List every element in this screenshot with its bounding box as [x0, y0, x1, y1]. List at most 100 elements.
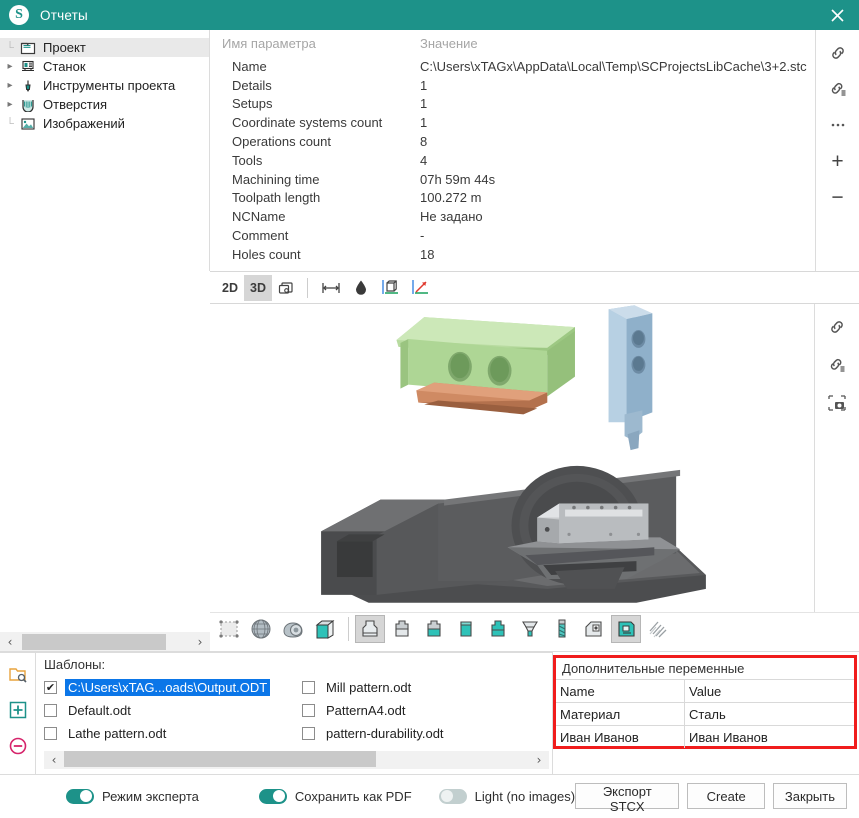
- stock-box-icon[interactable]: [310, 615, 340, 643]
- model-display-toolbar: [210, 612, 859, 644]
- expert-mode-toggle[interactable]: Режим эксперта: [66, 789, 199, 804]
- column-header-value: Value: [685, 680, 854, 702]
- fixture-icon[interactable]: [579, 615, 609, 643]
- list-item[interactable]: Mill pattern.odt: [302, 676, 553, 699]
- tree-item-holes[interactable]: ▸ Отверстия: [0, 95, 209, 114]
- light-no-images-toggle[interactable]: Light (no images): [439, 789, 575, 804]
- scroll-left-arrow-icon[interactable]: ‹: [44, 750, 64, 770]
- toggle-knob: [273, 790, 285, 802]
- wireframe-icon[interactable]: [214, 615, 244, 643]
- screenshot-icon[interactable]: [272, 275, 300, 301]
- scroll-left-arrow-icon[interactable]: ‹: [0, 632, 20, 652]
- endmill-icon[interactable]: [547, 615, 577, 643]
- table-row[interactable]: NCNameНе задано: [232, 207, 815, 226]
- list-item[interactable]: PatternA4.odt: [302, 699, 553, 722]
- scrollbar-thumb[interactable]: [64, 751, 376, 767]
- chevron-right-icon[interactable]: ▸: [2, 61, 18, 72]
- variable-value[interactable]: Иван Иванов: [685, 726, 854, 748]
- list-item[interactable]: Lathe pattern.odt: [44, 722, 302, 745]
- browse-folder-icon[interactable]: [6, 663, 30, 685]
- part-surface-icon[interactable]: [611, 615, 641, 643]
- tree-item-images[interactable]: └ Изображений: [0, 114, 209, 133]
- chevron-right-icon[interactable]: ▸: [2, 80, 18, 91]
- table-row[interactable]: Иван Иванов Иван Иванов: [556, 725, 854, 748]
- table-row[interactable]: Holes count18: [232, 245, 815, 264]
- divider: [552, 652, 553, 774]
- link-icon[interactable]: [825, 42, 851, 64]
- list-item[interactable]: pattern-durability.odt: [302, 722, 553, 745]
- tree-item-project[interactable]: └ Проект: [0, 38, 209, 57]
- shaded-solid-icon[interactable]: [278, 615, 308, 643]
- table-row[interactable]: Details1: [232, 76, 815, 95]
- variable-name[interactable]: Иван Иванов: [556, 726, 685, 748]
- tool-taper-icon[interactable]: [515, 615, 545, 643]
- scrollbar-track[interactable]: [20, 632, 190, 652]
- remove-template-icon[interactable]: [6, 735, 30, 757]
- checkbox[interactable]: [44, 704, 57, 717]
- tool-body-icon[interactable]: [451, 615, 481, 643]
- toggle-switch[interactable]: [66, 789, 94, 804]
- link-list-icon[interactable]: [825, 78, 851, 100]
- param-name: Holes count: [232, 247, 420, 262]
- variable-value[interactable]: Сталь: [685, 703, 854, 725]
- minus-icon[interactable]: −: [825, 186, 851, 208]
- measure-distance-icon[interactable]: [315, 275, 347, 301]
- list-item[interactable]: Default.odt: [44, 699, 302, 722]
- templates-horizontal-scrollbar[interactable]: ‹ ›: [44, 751, 549, 769]
- tab-2d[interactable]: 2D: [216, 275, 244, 301]
- tree-item-label: Станок: [43, 59, 86, 74]
- scroll-right-arrow-icon[interactable]: ›: [190, 632, 210, 652]
- link-list-icon[interactable]: [824, 354, 850, 376]
- globe-mesh-icon[interactable]: [246, 615, 276, 643]
- checkbox[interactable]: ✔: [44, 681, 57, 694]
- tool-holder-3-icon[interactable]: [419, 615, 449, 643]
- checkbox[interactable]: [44, 727, 57, 740]
- templates-side-toolbar: [0, 652, 36, 774]
- tree-item-machine[interactable]: ▸ Станок: [0, 57, 209, 76]
- table-row[interactable]: Operations count8: [232, 132, 815, 151]
- more-dots-icon[interactable]: [825, 114, 851, 136]
- bounding-box-icon[interactable]: [375, 275, 405, 301]
- water-drop-icon[interactable]: [347, 275, 375, 301]
- model-viewport-3d[interactable]: [210, 304, 815, 612]
- window-title: Отчеты: [40, 8, 88, 23]
- create-button[interactable]: Create: [687, 783, 764, 809]
- toggle-switch[interactable]: [259, 789, 287, 804]
- list-item-label: PatternA4.odt: [323, 702, 409, 719]
- list-item[interactable]: ✔ C:\Users\xTAG...oads\Output.ODT: [44, 676, 302, 699]
- scrollbar-track[interactable]: [64, 750, 529, 770]
- table-row[interactable]: Comment-: [232, 226, 815, 245]
- variable-name[interactable]: Материал: [556, 703, 685, 725]
- table-row[interactable]: Tools4: [232, 151, 815, 170]
- scrollbar-thumb[interactable]: [22, 634, 166, 650]
- close-icon[interactable]: [815, 0, 859, 30]
- scroll-right-arrow-icon[interactable]: ›: [529, 750, 549, 770]
- tool-shank-icon[interactable]: [483, 615, 513, 643]
- capture-region-icon[interactable]: [824, 392, 850, 414]
- plus-icon[interactable]: +: [825, 150, 851, 172]
- link-icon[interactable]: [824, 316, 850, 338]
- axis-vector-icon[interactable]: [405, 275, 435, 301]
- hatch-pattern-icon[interactable]: [643, 615, 673, 643]
- tab-3d[interactable]: 3D: [244, 275, 272, 301]
- checkbox[interactable]: [302, 727, 315, 740]
- table-row[interactable]: Machining time07h 59m 44s: [232, 170, 815, 189]
- chevron-right-icon[interactable]: ▸: [2, 99, 18, 110]
- checkbox[interactable]: [302, 681, 315, 694]
- add-template-icon[interactable]: [6, 699, 30, 721]
- close-dialog-button[interactable]: Закрыть: [773, 783, 847, 809]
- save-as-pdf-toggle[interactable]: Сохранить как PDF: [259, 789, 412, 804]
- holder-icon[interactable]: [355, 615, 385, 643]
- table-row[interactable]: NameC:\Users\xTAGx\AppData\Local\Temp\SC…: [232, 57, 815, 76]
- tree-horizontal-scrollbar[interactable]: ‹ ›: [0, 632, 210, 652]
- table-row[interactable]: Setups1: [232, 95, 815, 114]
- tool-holder-2-icon[interactable]: [387, 615, 417, 643]
- checkbox[interactable]: [302, 704, 315, 717]
- toggle-switch[interactable]: [439, 789, 467, 804]
- export-stcx-button[interactable]: Экспорт STCX: [575, 783, 679, 809]
- table-row[interactable]: Coordinate systems count1: [232, 113, 815, 132]
- table-row[interactable]: Материал Сталь: [556, 702, 854, 725]
- param-name: Toolpath length: [232, 190, 420, 205]
- table-row[interactable]: Toolpath length100.272 m: [232, 189, 815, 208]
- tree-item-project-tools[interactable]: ▸ Инструменты проекта: [0, 76, 209, 95]
